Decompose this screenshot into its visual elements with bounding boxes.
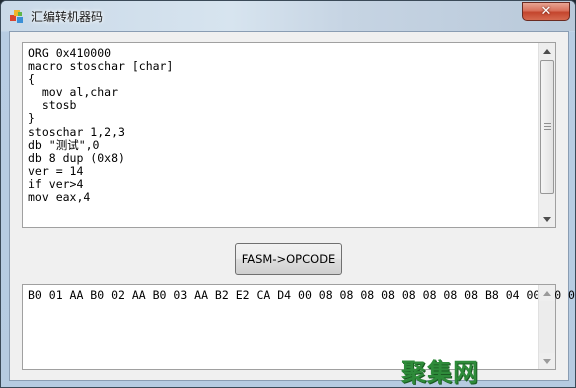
scroll-down-icon[interactable] — [539, 353, 555, 369]
assembly-source-input[interactable]: ORG 0x410000 macro stoschar [char] { mov… — [22, 42, 556, 228]
close-button[interactable]: ✕ — [522, 2, 570, 21]
source-vertical-scrollbar[interactable] — [538, 43, 555, 227]
assembly-source-text[interactable]: ORG 0x410000 macro stoschar [char] { mov… — [28, 46, 535, 204]
app-window: 汇编转机器码 ✕ ORG 0x410000 macro stoschar [ch… — [0, 0, 576, 388]
scroll-up-icon[interactable] — [539, 285, 555, 301]
scroll-down-icon[interactable] — [539, 211, 555, 227]
scroll-thumb[interactable] — [540, 60, 554, 194]
window-title: 汇编转机器码 — [31, 10, 104, 24]
fasm-to-opcode-button[interactable]: FASM->OPCODE — [235, 243, 342, 275]
output-vertical-scrollbar[interactable] — [538, 285, 555, 369]
app-icon — [10, 10, 23, 23]
scroll-track — [539, 301, 555, 353]
client-area: ORG 0x410000 macro stoschar [char] { mov… — [9, 31, 575, 381]
scroll-up-icon[interactable] — [539, 43, 555, 59]
opcode-output-text[interactable]: B0 01 AA B0 02 AA B0 03 AA B2 E2 CA D4 0… — [28, 288, 575, 302]
site-watermark: 聚集网 — [401, 358, 480, 387]
title-bar[interactable]: 汇编转机器码 ✕ — [1, 1, 575, 31]
close-icon: ✕ — [540, 4, 552, 19]
grip-icon — [544, 123, 551, 131]
